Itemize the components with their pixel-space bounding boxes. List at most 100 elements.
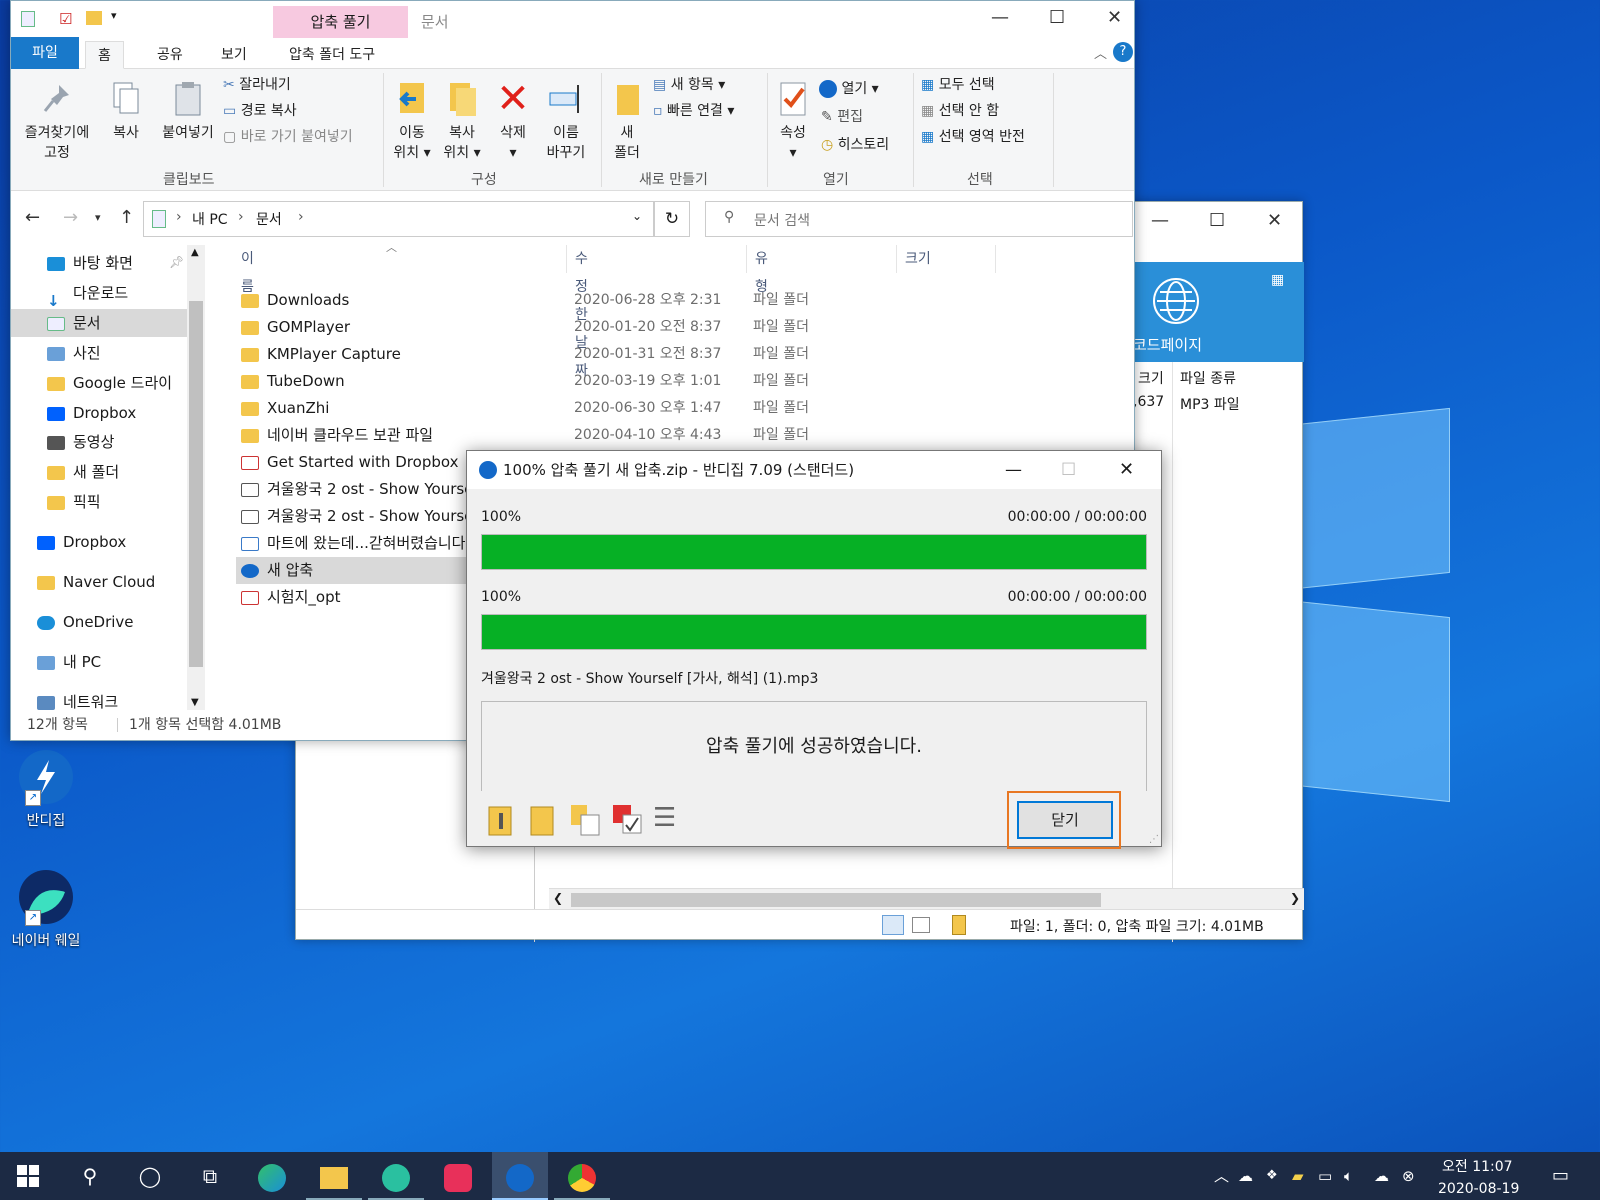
show-hidden-icons-icon[interactable]: ︿ — [1214, 1152, 1229, 1200]
table-row[interactable]: XuanZhi 2020-06-30 오후 1:47 파일 폴더 — [241, 395, 941, 422]
clock-date[interactable]: 2020-08-19 — [1438, 1165, 1519, 1200]
scroll-up-icon[interactable]: ▲ — [191, 247, 199, 258]
column-date[interactable]: 수정한 날짜 — [566, 245, 588, 379]
volume-icon[interactable]: 🔈︎ — [1344, 1152, 1353, 1200]
nav-item[interactable]: 내 PC — [37, 648, 101, 676]
tab-archive-tools[interactable]: 압축 폴더 도구 — [277, 41, 387, 69]
close-button[interactable]: ✕ — [1107, 7, 1122, 28]
invert-selection-button[interactable]: ▦ 선택 영역 반전 — [921, 125, 1025, 149]
scroll-thumb[interactable] — [571, 893, 1101, 907]
search-box[interactable]: ⚲ 문서 검색 — [705, 201, 1133, 237]
network-icon[interactable]: ▭ — [1318, 1152, 1332, 1200]
properties-button[interactable]: 속성 ▾ — [773, 79, 813, 163]
open-folder-icon[interactable] — [485, 803, 519, 837]
scroll-down-icon[interactable]: ▼ — [191, 697, 199, 708]
codepage-icon[interactable] — [1153, 278, 1199, 324]
help-icon[interactable]: ? — [1113, 42, 1133, 62]
list-view-icon[interactable] — [912, 917, 930, 933]
close-button[interactable]: ✕ — [1119, 451, 1134, 489]
select-none-button[interactable]: ▦ 선택 안 함 — [921, 99, 999, 123]
desktop-icon-bandizip[interactable]: ↗ 반디집 — [6, 750, 86, 830]
table-row[interactable]: KMPlayer Capture 2020-01-31 오전 8:37 파일 폴더 — [241, 341, 941, 368]
view-grid-icon[interactable]: ▦ — [1271, 272, 1284, 288]
nav-item[interactable]: 새 폴더 — [47, 458, 119, 486]
checkmark-icon[interactable]: ☑ — [59, 10, 72, 28]
tab-share[interactable]: 공유 — [145, 41, 195, 69]
nav-item[interactable]: OneDrive — [37, 608, 134, 636]
table-row[interactable]: 시험지_opt — [241, 584, 477, 611]
pin-icon[interactable]: 📌︎ — [169, 255, 184, 269]
maximize-button[interactable]: ☐ — [1209, 210, 1225, 231]
maximize-button[interactable]: ☐ — [1049, 7, 1065, 28]
new-folder-icon[interactable] — [86, 11, 102, 25]
back-arrow-icon[interactable]: ← — [25, 207, 40, 228]
cloud-upload-icon[interactable]: ☁ — [1374, 1152, 1389, 1200]
tab-view[interactable]: 보기 — [209, 41, 259, 69]
copy-files-icon[interactable] — [569, 803, 603, 837]
desktop-icon-whale[interactable]: ↗ 네이버 웨일 — [6, 870, 86, 950]
column-name[interactable]: 이름 — [241, 245, 254, 295]
move-to-button[interactable]: 이동 위치 ▾ — [389, 79, 435, 163]
column-size[interactable]: 크기 — [896, 245, 996, 273]
copy-path-button[interactable]: ▭ 경로 복사 — [223, 99, 297, 123]
nav-item[interactable]: 바탕 화면 — [47, 249, 133, 277]
scroll-right-icon[interactable]: ❯ — [1290, 891, 1300, 905]
edge-icon[interactable] — [244, 1152, 300, 1200]
note-icon[interactable]: ▰ — [1292, 1152, 1304, 1200]
breadcrumb-pc[interactable]: 내 PC — [192, 209, 228, 229]
nav-item[interactable]: Naver Cloud — [37, 568, 155, 596]
easy-access-button[interactable]: ▫ 빠른 연결 ▾ — [653, 99, 734, 123]
table-row[interactable]: GOMPlayer 2020-01-20 오전 8:37 파일 폴더 — [241, 314, 941, 341]
dropbox-tray-icon[interactable]: ❖ — [1266, 1152, 1278, 1200]
scroll-thumb[interactable] — [189, 301, 203, 667]
minimize-button[interactable]: — — [1005, 451, 1022, 489]
tab-home[interactable]: 홈 — [85, 41, 124, 69]
onedrive-icon[interactable]: ☁ — [1238, 1152, 1253, 1200]
nav-item[interactable]: 픽픽 — [47, 488, 101, 516]
paste-button[interactable]: 붙여넣기 — [155, 79, 221, 143]
close-button[interactable]: ✕ — [1267, 210, 1282, 231]
collapse-ribbon-icon[interactable]: ︿ — [1094, 43, 1107, 62]
table-row[interactable]: 겨울왕국 2 ost - Show Yourself — [241, 476, 477, 503]
open-button[interactable]: 열기 ▾ — [819, 77, 879, 101]
history-button[interactable]: ◷ 히스토리 — [821, 133, 889, 157]
refresh-button[interactable]: ↻ — [654, 201, 690, 237]
new-item-button[interactable]: ▤ 새 항목 ▾ — [653, 73, 725, 97]
nav-item[interactable]: 동영상 — [47, 428, 114, 456]
column-size[interactable]: 크기 — [1138, 368, 1164, 388]
notification-icon[interactable]: ▭ — [1552, 1152, 1569, 1200]
recent-dropdown-icon[interactable]: ▾ — [95, 211, 101, 224]
nav-item[interactable]: ↓ 다운로드 — [47, 279, 128, 310]
copy-to-button[interactable]: 복사 위치 ▾ — [439, 79, 485, 163]
column-type[interactable]: 파일 종류 — [1180, 368, 1236, 388]
cut-button[interactable]: ✂ 잘라내기 — [223, 73, 291, 97]
chrome-icon[interactable] — [554, 1152, 610, 1200]
nav-scrollbar[interactable]: ▲ ▼ — [187, 245, 205, 710]
table-row-selected[interactable]: 새 압축 — [236, 557, 477, 584]
edit-button[interactable]: ✎ 편집 — [821, 105, 863, 129]
new-folder-button[interactable]: 새 폴더 — [607, 79, 647, 163]
file-explorer-icon[interactable] — [306, 1152, 362, 1200]
address-bar[interactable]: › 내 PC › 문서 › ⌄ — [143, 201, 654, 237]
breadcrumb-documents[interactable]: 문서 — [256, 209, 282, 229]
minimize-button[interactable]: — — [1151, 210, 1169, 231]
search-icon[interactable]: ⚲ — [62, 1152, 118, 1200]
bandizip-taskbar-icon[interactable] — [492, 1152, 548, 1200]
table-row[interactable]: TubeDown 2020-03-19 오후 1:01 파일 폴더 — [241, 368, 941, 395]
folder-icon[interactable] — [527, 803, 561, 837]
tab-file[interactable]: 파일 — [11, 37, 79, 69]
select-all-button[interactable]: ▦ 모두 선택 — [921, 73, 995, 97]
customize-dropdown-icon[interactable]: ▾ — [111, 9, 117, 22]
scroll-left-icon[interactable]: ❮ — [553, 891, 563, 905]
horizontal-scrollbar[interactable]: ❮ ❯ — [549, 888, 1304, 910]
properties-icon[interactable] — [21, 11, 35, 27]
forward-arrow-icon[interactable]: → — [63, 207, 78, 228]
paste-shortcut-button[interactable]: ▢ 바로 가기 붙여넣기 — [223, 125, 353, 149]
delete-archive-icon[interactable] — [611, 803, 645, 837]
column-type[interactable]: 유형 — [746, 245, 768, 295]
nav-item[interactable]: Dropbox — [37, 528, 126, 556]
close-dialog-button[interactable]: 닫기 — [1017, 801, 1113, 839]
menu-icon[interactable]: ☰ — [653, 803, 687, 837]
up-arrow-icon[interactable]: ↑ — [119, 207, 134, 228]
cortana-icon[interactable]: ◯ — [122, 1152, 178, 1200]
